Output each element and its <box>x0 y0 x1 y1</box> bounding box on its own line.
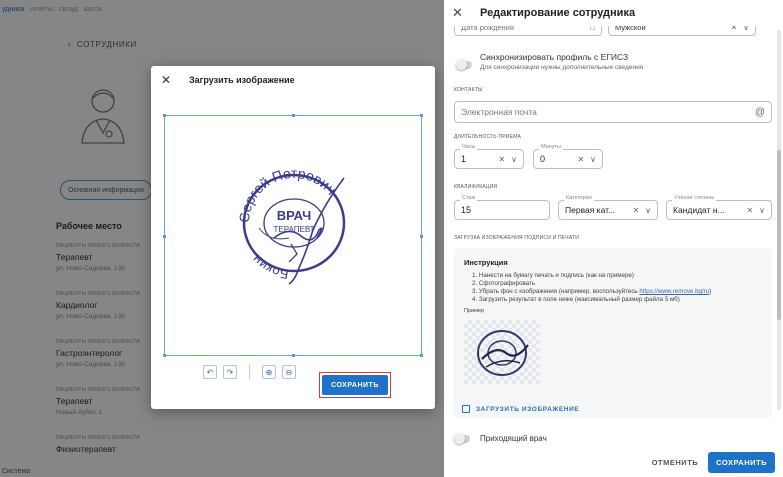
category-legend: Категория <box>564 195 594 201</box>
rotate-left-button[interactable]: ↶ <box>203 365 217 379</box>
crop-handle[interactable] <box>163 354 166 357</box>
upload-image-label: ЗАГРУЗИТЬ ИЗОБРАЖЕНИЕ <box>476 405 580 413</box>
rotate-right-icon: ↷ <box>226 367 234 377</box>
experience-value: 15 <box>461 205 472 215</box>
instruction-step: 2. Сфотографировать <box>472 280 536 287</box>
instruction-step-suffix: ) <box>709 288 712 295</box>
rotate-right-button[interactable]: ↷ <box>223 365 237 379</box>
clear-icon[interactable]: ✕ <box>577 155 584 164</box>
crop-area[interactable]: Сергей Петрович Бокин ВРАЧ ТЕРАПЕВТ <box>163 114 423 357</box>
upload-caption: ЗАГРУЗКА ИЗОБРАЖЕНИЯ ПОДПИСИ И ПЕЧАТИ <box>454 235 580 241</box>
image-icon <box>462 405 470 413</box>
minutes-legend: Минуты <box>539 144 563 150</box>
clear-icon[interactable]: ✕ <box>498 155 505 164</box>
hours-value: 1 <box>461 154 467 164</box>
visiting-doctor-toggle[interactable] <box>454 432 470 444</box>
close-icon[interactable]: ✕ <box>161 73 177 87</box>
stamp-text-center-1: ВРАЧ <box>277 208 311 223</box>
degree-value: Кандидат н... <box>673 205 725 215</box>
hours-legend: Часы <box>460 144 478 150</box>
stamp-signature-image: Сергей Петрович Бокин ВРАЧ ТЕРАПЕВТ <box>236 165 346 285</box>
cancel-button[interactable]: ОТМЕНИТЬ <box>652 458 698 467</box>
crop-handle[interactable] <box>292 114 295 117</box>
experience-field[interactable]: Стаж 15 <box>454 195 550 220</box>
close-icon[interactable]: ✕ <box>452 5 472 21</box>
modal-save-button[interactable]: СОХРАНИТЬ <box>322 375 388 395</box>
at-icon: @ <box>754 106 765 118</box>
sync-egisz-toggle[interactable] <box>456 59 472 70</box>
minutes-select[interactable]: Минуты 0 ✕ ∨ <box>533 144 603 169</box>
stamp-text-left: Бокин <box>249 252 289 282</box>
email-placeholder: Электронная почта <box>461 107 537 117</box>
qualification-caption: КВАЛИФИКАЦИЯ <box>454 184 498 190</box>
example-label: Пример <box>464 308 484 314</box>
modal-title: Загрузить изображение <box>189 75 295 85</box>
crop-handle[interactable] <box>163 235 166 238</box>
crop-handle[interactable] <box>163 114 166 117</box>
crop-handle[interactable] <box>420 114 423 117</box>
panel-scrollbar[interactable] <box>777 30 781 410</box>
sync-egisz-label: Синхронизировать профиль с ЕГИСЗ <box>480 52 629 62</box>
svg-text:Бокин: Бокин <box>249 252 289 282</box>
example-stamp-image <box>464 320 540 384</box>
chevron-down-icon[interactable]: ∨ <box>645 206 651 215</box>
degree-select[interactable]: Учёная степень Кандидат н... ✕ ∨ <box>666 195 772 220</box>
zoom-in-button[interactable]: ⊕ <box>262 365 276 379</box>
category-value: Первая кат... <box>565 205 616 215</box>
panel-header: ✕ Редактирование сотрудника <box>444 0 783 26</box>
scrollbar-thumb[interactable] <box>777 150 781 320</box>
chevron-down-icon[interactable]: ∨ <box>759 206 765 215</box>
degree-legend: Учёная степень <box>672 195 717 201</box>
zoom-in-icon: ⊕ <box>265 367 273 377</box>
minutes-value: 0 <box>540 154 546 164</box>
instruction-step-text: 3. Убрать фон с изображения (например, в… <box>472 288 640 295</box>
instruction-box: Инструкция 1. Нанести на бумагу печать и… <box>454 248 772 418</box>
chevron-down-icon[interactable]: ∨ <box>590 155 596 164</box>
email-field[interactable]: Электронная почта @ <box>454 101 772 123</box>
modal-header: ✕ Загрузить изображение <box>151 66 435 94</box>
visiting-doctor-label: Приходящий врач <box>480 434 547 443</box>
zoom-out-icon: ⊖ <box>285 367 293 377</box>
crop-handle[interactable] <box>420 235 423 238</box>
chevron-down-icon[interactable]: ∨ <box>511 155 517 164</box>
sync-egisz-hint: Для синхронизации нужны дополнительные с… <box>480 64 644 71</box>
crop-handle[interactable] <box>420 354 423 357</box>
instruction-title: Инструкция <box>464 258 508 267</box>
upload-image-button[interactable]: ЗАГРУЗИТЬ ИЗОБРАЖЕНИЕ <box>462 405 579 413</box>
edit-employee-panel: ✕ Редактирование сотрудника Дата рождени… <box>444 0 783 477</box>
modal-save-highlight: СОХРАНИТЬ <box>319 372 391 398</box>
rotate-left-icon: ↶ <box>206 367 214 377</box>
crop-handle[interactable] <box>292 354 295 357</box>
instruction-step: 1. Нанести на бумагу печать и подпись (к… <box>472 272 634 279</box>
hours-select[interactable]: Часы 1 ✕ ∨ <box>454 144 524 169</box>
panel-title: Редактирование сотрудника <box>480 7 636 19</box>
visiting-doctor-row: Приходящий врач <box>454 432 547 444</box>
duration-caption: ДЛИТЕЛЬНОСТЬ ПРИЕМА <box>454 134 522 140</box>
experience-legend: Стаж <box>460 195 478 201</box>
clear-icon[interactable]: ✕ <box>632 206 639 215</box>
clear-icon[interactable]: ✕ <box>746 206 753 215</box>
instruction-steps: 1. Нанести на бумагу печать и подпись (к… <box>464 272 762 304</box>
contacts-caption: КОНТАКТЫ <box>454 87 483 93</box>
toolbar-divider <box>249 364 250 380</box>
panel-footer: ОТМЕНИТЬ СОХРАНИТЬ <box>444 447 783 477</box>
remove-bg-link[interactable]: https://www.remove.bg/ru <box>639 288 709 295</box>
save-button[interactable]: СОХРАНИТЬ <box>708 451 775 473</box>
zoom-out-button[interactable]: ⊖ <box>282 365 296 379</box>
instruction-step: 3. Убрать фон с изображения (например, в… <box>472 288 762 296</box>
category-select[interactable]: Категория Первая кат... ✕ ∨ <box>558 195 658 220</box>
instruction-step: 4. Загрузить результат в поле ниже (макс… <box>472 296 680 303</box>
upload-image-modal: ✕ Загрузить изображение Сергей Петрович … <box>151 66 435 409</box>
